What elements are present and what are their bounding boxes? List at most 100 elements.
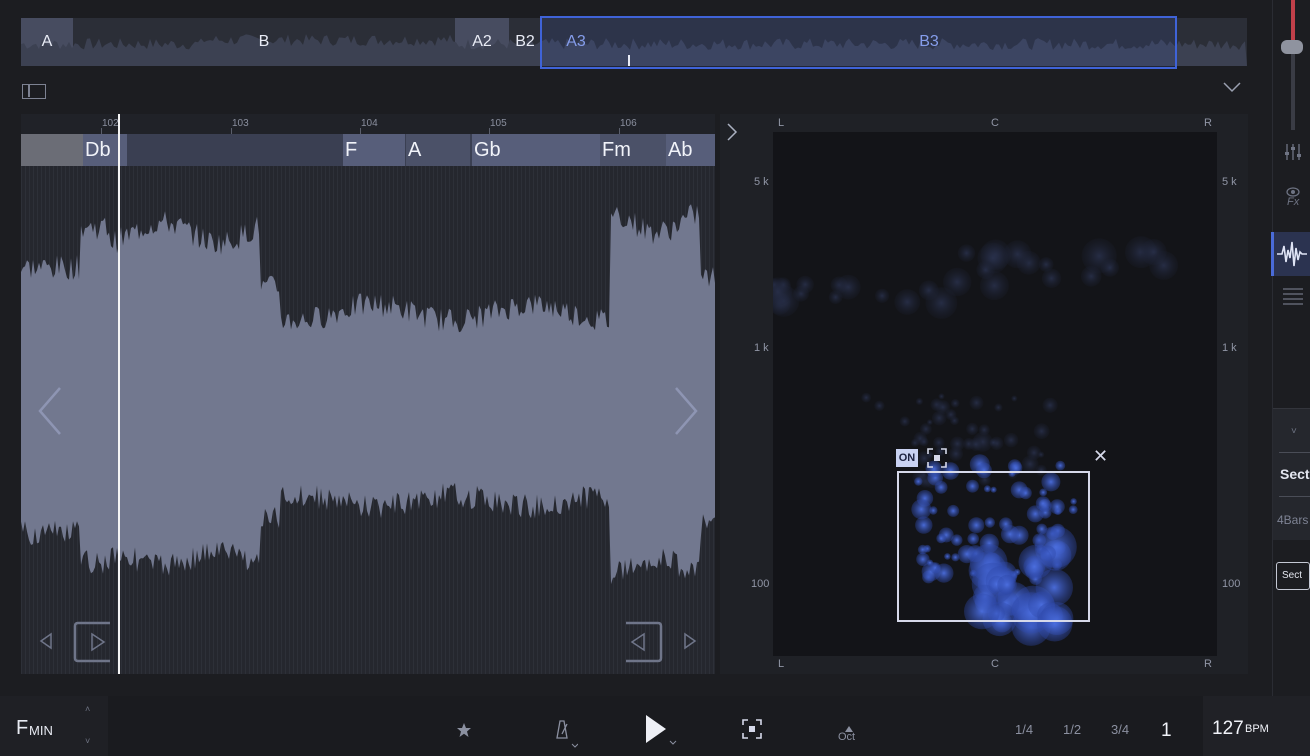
waveform-panel[interactable]: 102 103 104 105 106 Db F A Gb Fm Ab — [21, 114, 715, 674]
section-selection-frame[interactable] — [540, 16, 1177, 69]
chord-ab[interactable]: Ab — [666, 134, 715, 166]
scope-dot — [935, 400, 950, 415]
fraction-quarter[interactable]: 1/4 — [1015, 722, 1033, 737]
loop-end-icon[interactable] — [620, 620, 664, 669]
bpm-display[interactable]: 127 BPM — [1203, 696, 1310, 756]
scope-label-center-bottom: C — [991, 658, 999, 670]
key-note: F — [16, 717, 29, 739]
bpm-unit: BPM — [1245, 723, 1269, 735]
loop-prev-icon[interactable] — [38, 632, 54, 655]
scope-dot — [1080, 266, 1102, 287]
loop-next-icon[interactable] — [682, 632, 698, 655]
chord-lane[interactable]: Db F A Gb Fm Ab — [21, 134, 715, 166]
scope-dot — [1055, 460, 1066, 471]
main-waveform[interactable] — [21, 166, 715, 674]
playhead[interactable] — [118, 114, 120, 674]
loop-section-button[interactable]: Sect — [1276, 562, 1310, 590]
bars-length-label[interactable]: 4Bars — [1277, 513, 1308, 527]
freq-label-5k-right: 5 k — [1222, 176, 1237, 188]
on-toggle[interactable]: ON — [896, 449, 918, 467]
scope-dot — [957, 244, 976, 262]
fx-label[interactable]: Fx — [1287, 196, 1299, 208]
right-sidebar: Fx — [1271, 0, 1310, 696]
scope-dot — [966, 422, 979, 435]
scope-dot — [915, 397, 923, 405]
key-selector[interactable]: F MIN ˄ ˅ — [0, 696, 108, 756]
scope-dot — [948, 446, 964, 461]
volume-slider-track[interactable] — [1291, 0, 1295, 130]
section-b2[interactable]: B2 — [509, 18, 541, 66]
scope-dot — [875, 288, 890, 303]
ruler-tick: 104 — [361, 118, 378, 129]
scope-dot — [943, 267, 972, 297]
ruler-tick: 102 — [102, 118, 119, 129]
loop-section-label: Sect — [1282, 570, 1303, 581]
section-b[interactable]: B — [73, 18, 455, 66]
scope-label-right-top: R — [1204, 117, 1212, 129]
scope-dot — [1149, 251, 1179, 280]
section-a[interactable]: A — [21, 18, 73, 66]
volume-slider-handle[interactable] — [1281, 40, 1303, 54]
bar-ruler[interactable]: 102 103 104 105 106 — [21, 114, 715, 134]
freq-label-1k-left: 1 k — [754, 342, 769, 354]
scope-dot — [1033, 423, 1050, 440]
scope-dot — [861, 392, 872, 403]
chord-gb[interactable]: Gb — [472, 134, 600, 166]
bpm-value: 127 — [1212, 718, 1244, 739]
scope-dot — [1100, 258, 1119, 277]
scope-dot — [899, 416, 910, 427]
metronome-icon[interactable] — [552, 718, 579, 753]
scope-dot — [969, 437, 983, 451]
fraction-half[interactable]: 1/2 — [1063, 722, 1081, 737]
section-divider-2 — [1279, 496, 1310, 497]
overview-playhead — [628, 55, 630, 66]
freq-label-1k-right: 1 k — [1222, 342, 1237, 354]
section-type-label[interactable]: Sect — [1280, 466, 1310, 482]
fraction-three-quarter[interactable]: 3/4 — [1111, 722, 1129, 737]
ruler-tick: 105 — [490, 118, 507, 129]
chevron-down-icon[interactable] — [1222, 80, 1242, 99]
play-icon[interactable] — [644, 713, 680, 754]
scope-label-left-top: L — [778, 117, 785, 129]
scope-dot — [938, 393, 945, 400]
chord-fm[interactable]: Fm — [600, 134, 666, 166]
scope-dot — [979, 271, 1009, 301]
scope-dot — [989, 438, 998, 447]
octave-label[interactable]: Oct — [838, 731, 855, 743]
star-icon[interactable] — [456, 722, 472, 743]
list-icon[interactable] — [1281, 286, 1305, 311]
scope-dot — [1003, 240, 1032, 269]
section-divider — [1279, 452, 1310, 453]
key-down-icon[interactable]: ˅ — [85, 736, 90, 746]
section-chevron[interactable]: ˅ — [1291, 426, 1297, 437]
chord-block[interactable] — [21, 134, 83, 166]
loop-start-icon[interactable] — [72, 620, 116, 669]
scope-dot — [919, 437, 929, 447]
focus-icon[interactable] — [926, 447, 948, 474]
key-mode: MIN — [29, 723, 53, 738]
scope-dot — [1038, 257, 1054, 272]
ruler-tick: 103 — [232, 118, 249, 129]
fraction-whole[interactable]: 1 — [1161, 720, 1172, 742]
chevron-right-icon[interactable] — [725, 122, 739, 147]
right-arrow-icon[interactable] — [672, 386, 700, 445]
panel-toggle-icon[interactable] — [22, 84, 46, 99]
scope-dot — [1037, 451, 1045, 458]
waveform-icon[interactable] — [1271, 232, 1310, 276]
section-a2[interactable]: A2 — [455, 18, 509, 66]
scope-dot — [1042, 397, 1058, 413]
mixer-icon[interactable] — [1283, 142, 1303, 167]
key-up-icon[interactable]: ˄ — [85, 704, 90, 714]
scope-dot — [828, 290, 843, 304]
scope-dot — [874, 400, 885, 411]
scope-selection-box[interactable] — [897, 471, 1090, 622]
freq-label-100-left: 100 — [751, 578, 770, 590]
scope-dot — [1011, 395, 1018, 402]
scope-dot — [894, 289, 921, 315]
left-arrow-icon[interactable] — [36, 386, 64, 445]
close-icon[interactable]: ✕ — [1093, 446, 1108, 467]
chord-db[interactable]: Db — [83, 134, 127, 166]
focus-mode-icon[interactable] — [741, 718, 763, 745]
chord-f[interactable]: F — [343, 134, 405, 166]
chord-a[interactable]: A — [406, 134, 470, 166]
